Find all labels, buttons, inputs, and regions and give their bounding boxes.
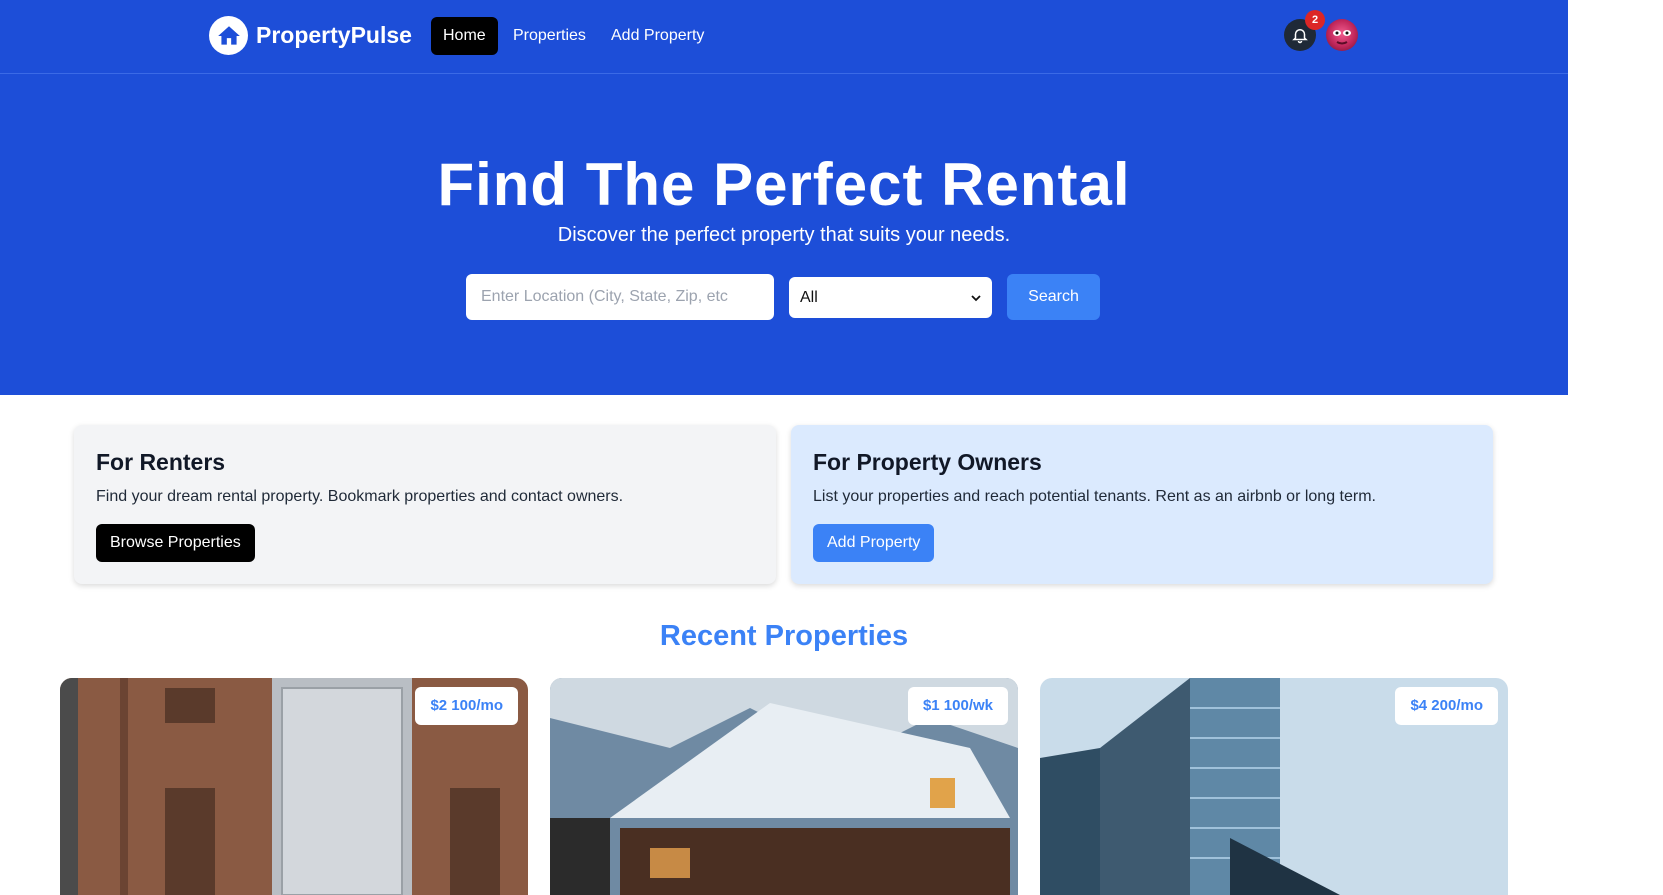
property-type-select[interactable]: All — [789, 277, 992, 318]
search-button[interactable]: Search — [1007, 274, 1100, 320]
renters-card-title: For Renters — [96, 449, 226, 475]
property-price: $2 100/mo — [415, 687, 518, 725]
renters-card-text: Find your dream rental property. Bookmar… — [96, 488, 624, 505]
property-card[interactable]: $1 100/wk — [550, 678, 1018, 895]
hero-title: Find The Perfect Rental — [437, 151, 1131, 218]
nav-link-properties[interactable]: Properties — [501, 17, 598, 55]
hero-section: Find The Perfect Rental Discover the per… — [0, 74, 1568, 395]
logo-text: PropertyPulse — [256, 22, 412, 48]
recent-properties-title: Recent Properties — [659, 620, 909, 652]
notification-badge: 2 — [1305, 10, 1325, 30]
add-property-button[interactable]: Add Property — [813, 524, 935, 562]
nav-link-home[interactable]: Home — [431, 17, 498, 55]
owners-card: For Property Owners List your properties… — [791, 425, 1493, 584]
chevron-down-icon — [971, 294, 981, 301]
hero-subtitle: Discover the perfect property that suits… — [557, 224, 1011, 246]
owners-card-text: List your properties and reach potential… — [813, 488, 1376, 505]
browse-properties-button[interactable]: Browse Properties — [96, 524, 255, 562]
user-avatar[interactable] — [1326, 19, 1358, 51]
property-price: $4 200/mo — [1395, 687, 1498, 725]
property-price: $1 100/wk — [907, 687, 1008, 725]
property-card[interactable]: $4 200/mo — [1040, 678, 1508, 895]
house-icon — [209, 16, 248, 55]
navbar: PropertyPulse Home Properties Add Proper… — [0, 0, 1568, 74]
bell-icon — [1292, 29, 1308, 44]
logo[interactable]: PropertyPulse — [209, 16, 412, 55]
renters-card: For Renters Find your dream rental prope… — [74, 425, 776, 584]
property-type-value: All — [800, 288, 818, 306]
nav-link-add-property[interactable]: Add Property — [599, 17, 716, 55]
property-card[interactable]: $2 100/mo — [60, 678, 528, 895]
location-search-input[interactable] — [466, 274, 774, 320]
owners-card-title: For Property Owners — [813, 449, 1042, 475]
